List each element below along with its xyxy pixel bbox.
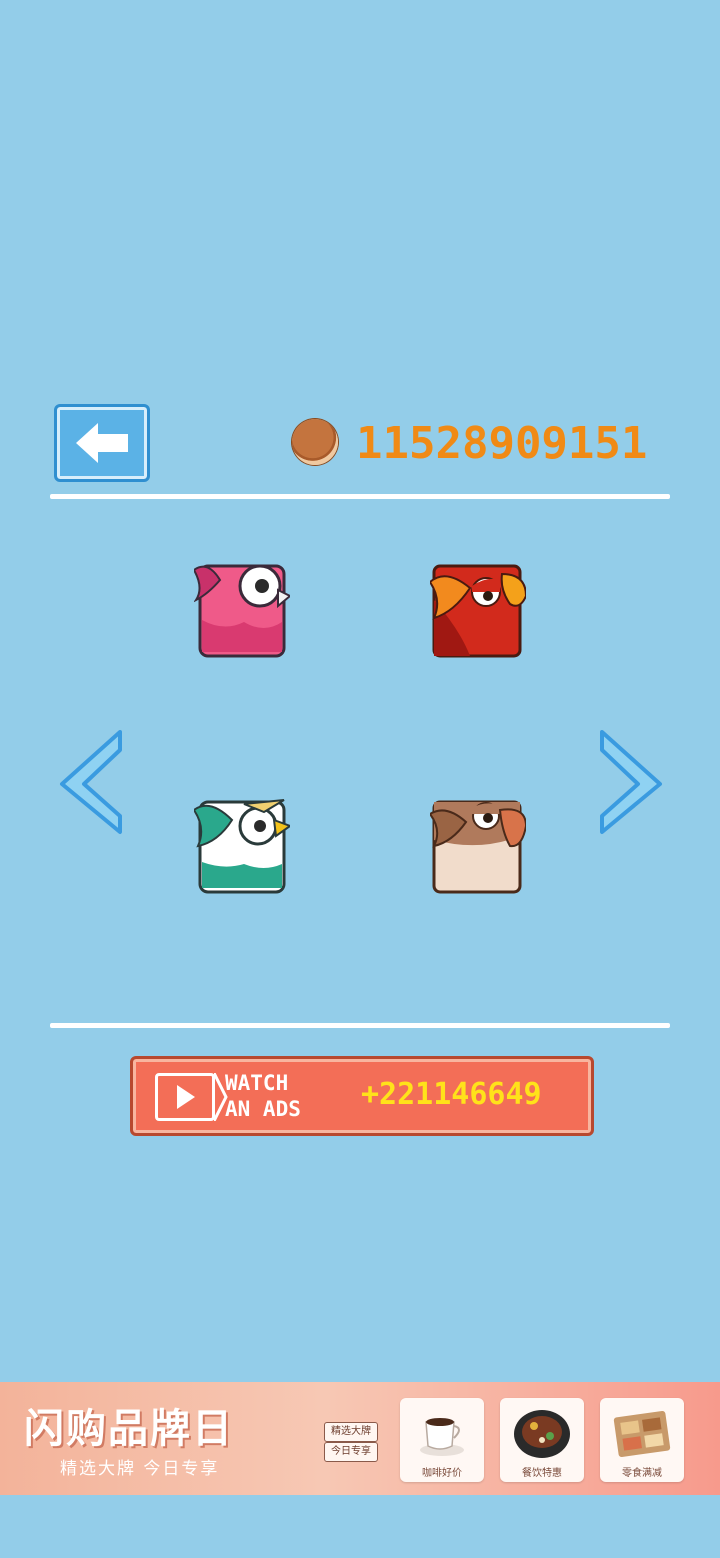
brown-bird[interactable] xyxy=(430,796,526,896)
ad-banner[interactable]: 闪购品牌日 精选大牌 今日专享 精选大牌 今日专享 咖啡好价 餐饮特惠 零食满减 xyxy=(0,1382,720,1495)
bottom-divider xyxy=(50,1023,670,1028)
play-icon xyxy=(155,1073,228,1121)
watch-ad-line2: AN ADS xyxy=(225,1097,301,1121)
steak-plate-icon xyxy=(514,1410,570,1458)
pink-bird[interactable] xyxy=(194,560,290,660)
watch-ad-line1: WATCH xyxy=(225,1071,289,1095)
ad-card-dining[interactable]: 餐饮特惠 xyxy=(500,1398,584,1482)
ad-card-label: 零食满减 xyxy=(622,1468,662,1479)
ad-tag-1: 精选大牌 xyxy=(324,1422,378,1442)
top-divider xyxy=(50,494,670,499)
ad-card-coffee[interactable]: 咖啡好价 xyxy=(400,1398,484,1482)
ad-card-label: 咖啡好价 xyxy=(422,1468,462,1479)
coffee-cup-icon xyxy=(420,1418,464,1456)
back-button[interactable] xyxy=(54,404,150,482)
ad-card-label: 餐饮特惠 xyxy=(522,1468,562,1479)
watch-ad-button[interactable]: WATCH AN ADS +221146649 xyxy=(130,1056,594,1136)
chevron-left-icon[interactable] xyxy=(56,728,126,838)
snack-box-icon xyxy=(613,1410,671,1458)
ad-tag-2: 今日专享 xyxy=(324,1442,378,1462)
green-bird[interactable] xyxy=(194,796,290,896)
coin-icon xyxy=(292,419,338,465)
coin-count: 11528909151 xyxy=(356,418,648,469)
reward-amount: +221146649 xyxy=(361,1077,542,1112)
ad-title: 闪购品牌日 xyxy=(24,1405,234,1452)
ad-subtitle: 精选大牌 今日专享 xyxy=(60,1459,220,1479)
red-bird[interactable] xyxy=(430,560,526,660)
left-arrow-icon xyxy=(76,423,128,463)
chevron-right-icon[interactable] xyxy=(596,728,666,838)
ad-card-snacks[interactable]: 零食满减 xyxy=(600,1398,684,1482)
